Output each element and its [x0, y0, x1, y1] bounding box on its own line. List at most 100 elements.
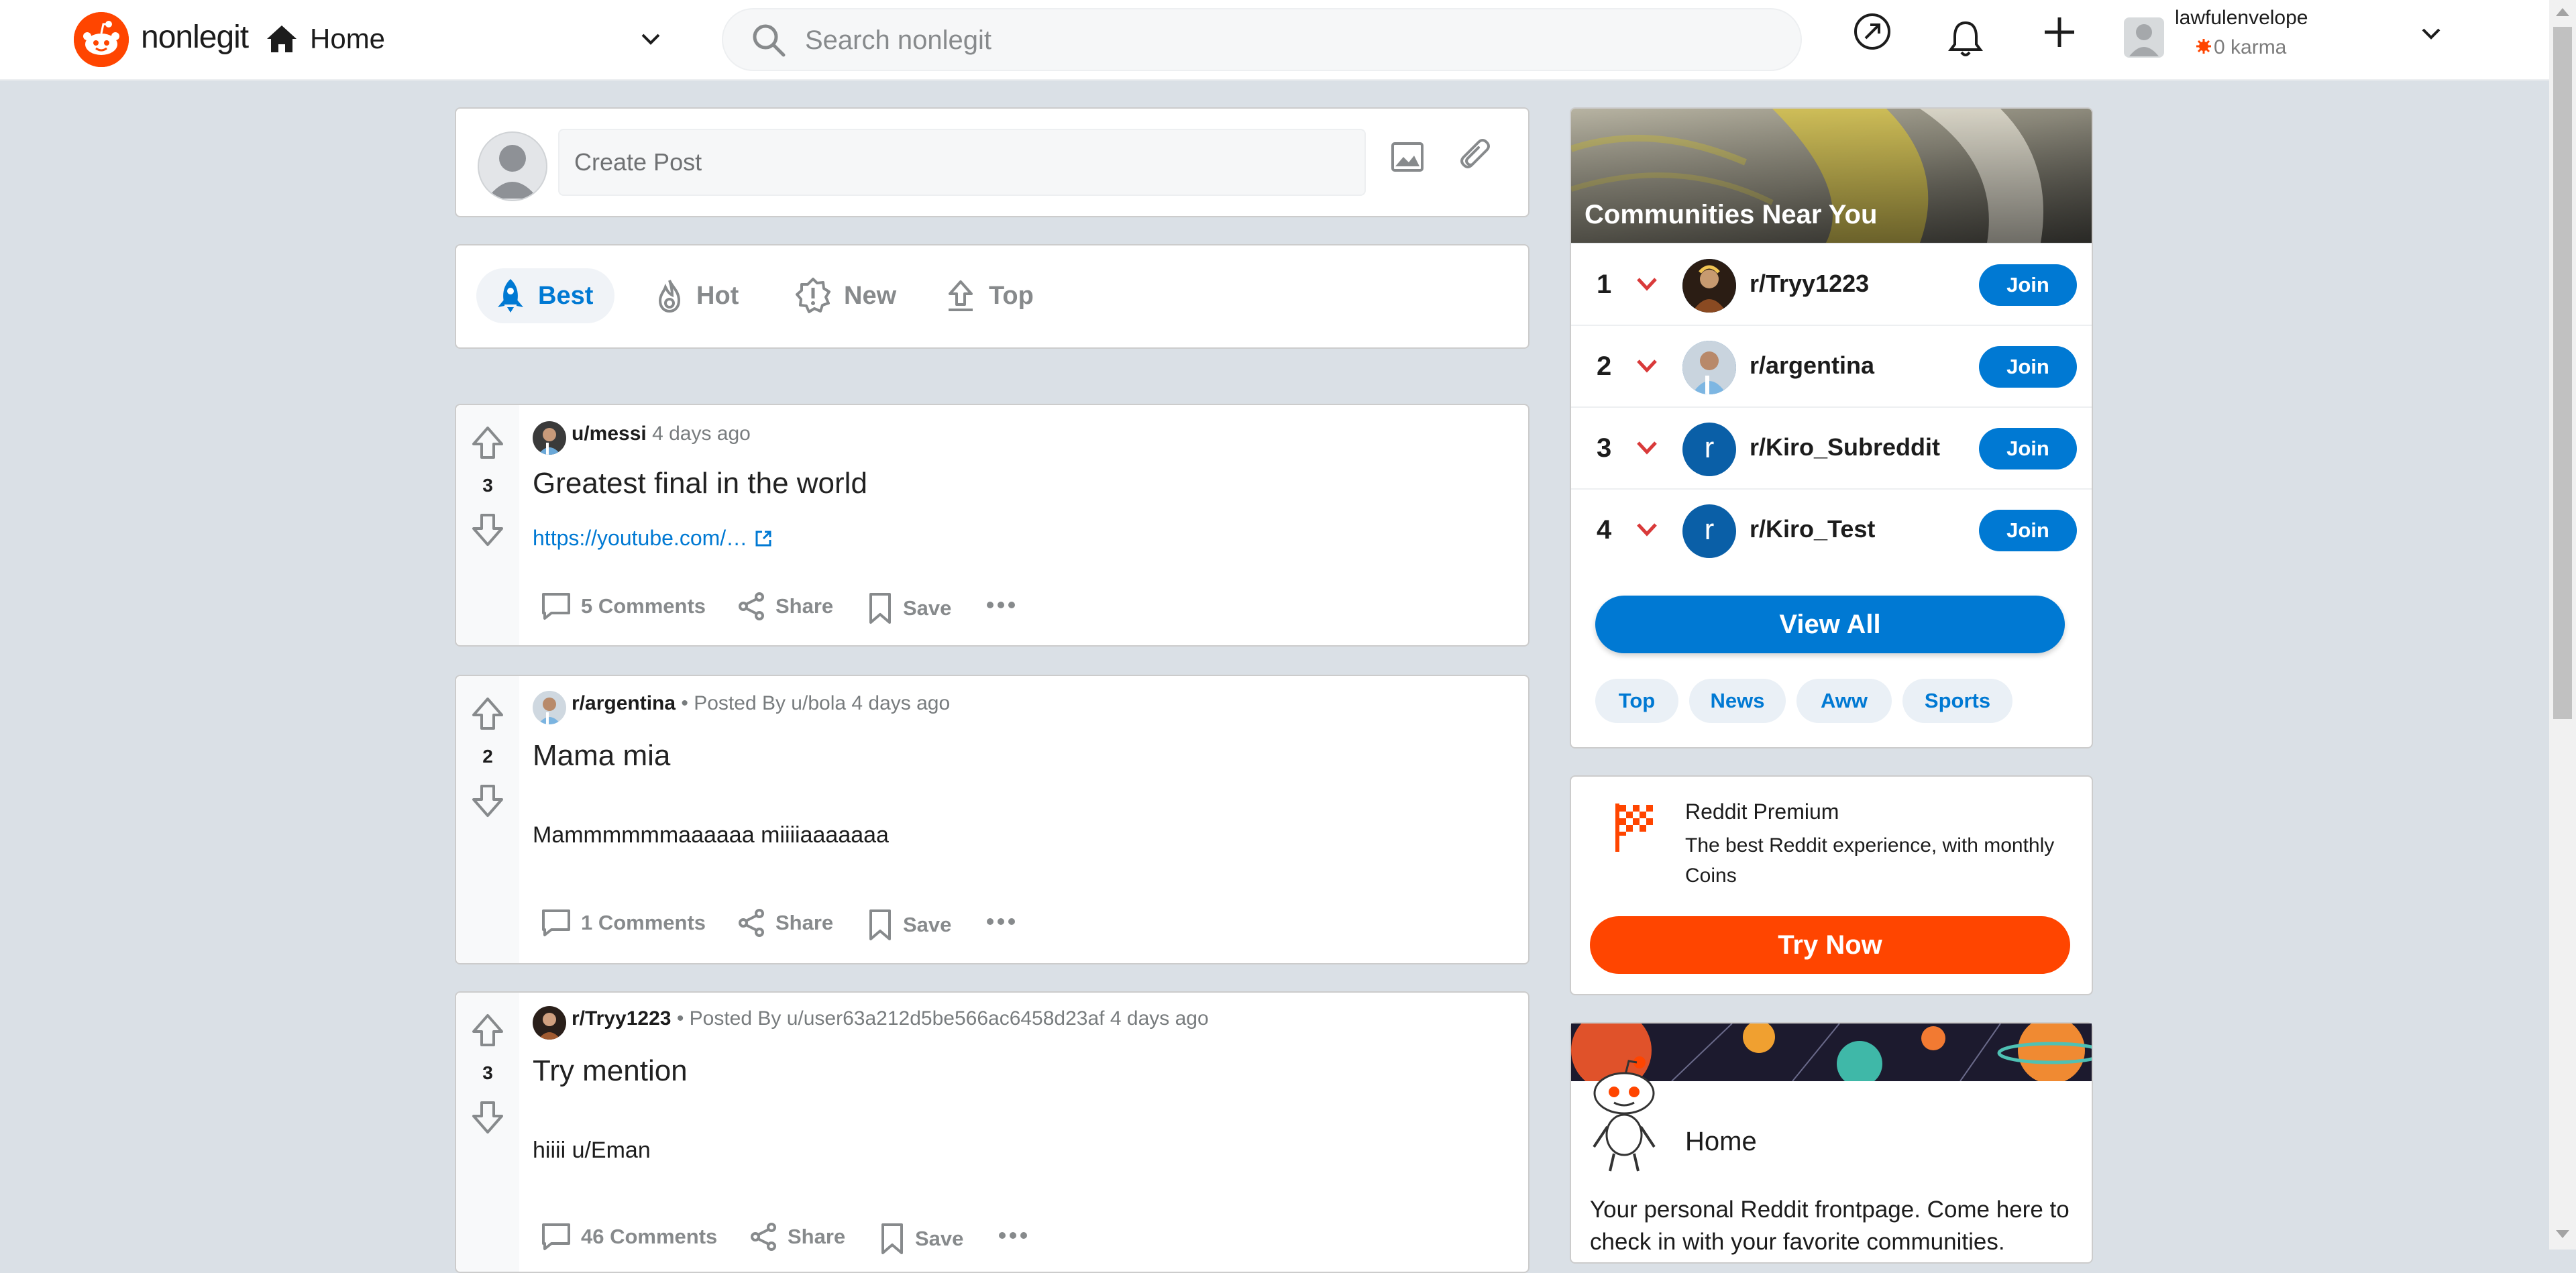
join-button[interactable]: Join [1979, 264, 2077, 306]
share-button[interactable]: Share [737, 592, 833, 621]
community-name[interactable]: r/Kiro_Subreddit [1750, 433, 1940, 461]
image-upload-icon[interactable] [1389, 138, 1426, 176]
post-link[interactable]: https://youtube.com/… [533, 526, 773, 551]
feed-selector-label[interactable]: Home [310, 23, 385, 55]
chevron-down-icon[interactable] [639, 31, 663, 47]
save-label: Save [903, 913, 952, 936]
community-avatar[interactable] [1682, 259, 1736, 313]
snoo-mascot-icon [1587, 1053, 1661, 1174]
post-title[interactable]: Try mention [533, 1054, 688, 1088]
post-time: 4 days ago [1110, 1007, 1209, 1030]
community-row[interactable]: 4 r r/Kiro_Test Join [1571, 488, 2092, 570]
save-button[interactable]: Save [867, 592, 951, 625]
home-icon[interactable] [266, 24, 298, 54]
upvote-arrow-icon[interactable] [471, 425, 504, 460]
post-meta: r/argentina • Posted By u/bola 4 days ag… [572, 692, 950, 715]
bookmark-icon [879, 1222, 906, 1256]
post-title[interactable]: Mama mia [533, 739, 670, 773]
create-post-input[interactable] [558, 129, 1366, 196]
attach-link-icon[interactable] [1457, 138, 1495, 176]
upvote-arrow-icon[interactable] [471, 696, 504, 731]
bookmark-icon [867, 592, 894, 625]
subreddit-avatar[interactable] [533, 1006, 566, 1040]
sort-tab-label: Top [989, 281, 1034, 310]
chip-top[interactable]: Top [1595, 679, 1678, 723]
sort-tab-best[interactable]: Best [476, 268, 614, 323]
search-input[interactable] [804, 16, 1759, 64]
community-avatar[interactable]: r [1682, 504, 1736, 558]
sort-tab-label: Best [538, 281, 594, 310]
upvote-arrow-icon[interactable] [471, 1013, 504, 1048]
downvote-arrow-icon[interactable] [471, 1100, 504, 1135]
logo-wordmark[interactable]: nonlegit [141, 19, 249, 56]
post-link-text[interactable]: https://youtube.com/… [533, 526, 747, 551]
chip-sports[interactable]: Sports [1902, 679, 2012, 723]
comments-button[interactable]: 1 Comments [541, 908, 706, 938]
comment-icon [541, 1222, 572, 1252]
view-all-button[interactable]: View All [1595, 596, 2065, 653]
join-button[interactable]: Join [1979, 510, 2077, 551]
downvote-chevron-icon [1635, 358, 1658, 374]
username[interactable]: lawfulenvelope [2175, 7, 2308, 30]
flame-icon [655, 278, 684, 314]
sort-tab-hot[interactable]: Hot [636, 268, 763, 323]
author-avatar[interactable] [533, 421, 566, 455]
share-icon [737, 592, 766, 621]
share-button[interactable]: Share [737, 908, 833, 938]
downvote-arrow-icon[interactable] [471, 512, 504, 547]
sort-tab-top[interactable]: Top [926, 268, 1053, 323]
save-button[interactable]: Save [879, 1222, 963, 1256]
post-subreddit[interactable]: r/argentina [572, 692, 676, 714]
downvote-arrow-icon[interactable] [471, 783, 504, 818]
home-card-description: Your personal Reddit frontpage. Come her… [1590, 1197, 2070, 1255]
create-post-avatar[interactable] [478, 131, 547, 201]
share-button[interactable]: Share [749, 1222, 845, 1252]
community-row[interactable]: 2 r/argentina Join [1571, 325, 2092, 406]
posted-by[interactable]: • Posted By u/bola [681, 692, 846, 714]
subreddit-avatar[interactable] [533, 691, 566, 724]
community-avatar[interactable]: r [1682, 423, 1736, 476]
user-menu-chevron-icon[interactable] [2419, 25, 2443, 42]
posted-by[interactable]: • Posted By u/user63a212d5be566ac6458d23… [677, 1007, 1105, 1030]
join-button[interactable]: Join [1979, 428, 2077, 469]
sort-tab-new[interactable]: New [775, 268, 910, 323]
comment-icon [541, 592, 572, 621]
community-name[interactable]: r/Tryy1223 [1750, 270, 1869, 298]
downvote-chevron-icon [1635, 276, 1658, 292]
more-options-icon[interactable] [997, 1222, 1029, 1249]
community-avatar[interactable] [1682, 341, 1736, 394]
comments-button[interactable]: 5 Comments [541, 592, 706, 621]
scrollbar-thumb[interactable] [2553, 27, 2572, 719]
more-options-icon[interactable] [985, 592, 1017, 618]
save-button[interactable]: Save [867, 908, 951, 942]
notifications-bell-icon[interactable] [1948, 20, 1983, 58]
scroll-up-arrow-icon[interactable] [2553, 4, 2572, 20]
chip-aww[interactable]: Aww [1796, 679, 1892, 723]
user-avatar-icon[interactable] [2124, 17, 2164, 58]
more-options-icon[interactable] [985, 908, 1017, 935]
try-now-button[interactable]: Try Now [1590, 916, 2070, 974]
post-title[interactable]: Greatest final in the world [533, 467, 867, 500]
community-name[interactable]: r/argentina [1750, 351, 1874, 380]
chip-news[interactable]: News [1689, 679, 1786, 723]
top-upload-icon [945, 279, 977, 313]
reddit-logo-icon[interactable] [74, 12, 129, 67]
comments-count: 5 Comments [581, 594, 706, 618]
communities-title: Communities Near You [1585, 200, 1878, 229]
comments-button[interactable]: 46 Comments [541, 1222, 717, 1252]
community-name[interactable]: r/Kiro_Test [1750, 515, 1875, 543]
post-card[interactable]: 2 r/argentina • Posted By u/bola 4 days … [455, 675, 1529, 964]
community-row[interactable]: 3 r r/Kiro_Subreddit Join [1571, 406, 2092, 488]
save-label: Save [903, 596, 952, 620]
post-card[interactable]: 3 r/Tryy1223 • Posted By u/user63a212d5b… [455, 991, 1529, 1273]
rocket-icon [495, 278, 526, 314]
karma-count: 0 karma [2214, 36, 2287, 58]
community-row[interactable]: 1 r/Tryy1223 Join [1571, 243, 2092, 325]
post-subreddit[interactable]: r/Tryy1223 [572, 1007, 671, 1030]
scroll-down-arrow-icon[interactable] [2553, 1226, 2572, 1242]
join-button[interactable]: Join [1979, 346, 2077, 388]
create-post-plus-icon[interactable] [2042, 15, 2077, 50]
popular-arrow-icon[interactable] [1853, 12, 1892, 51]
post-card[interactable]: 3 u/messi 4 days ago Greatest final in t… [455, 404, 1529, 647]
post-author[interactable]: u/messi [572, 423, 647, 445]
